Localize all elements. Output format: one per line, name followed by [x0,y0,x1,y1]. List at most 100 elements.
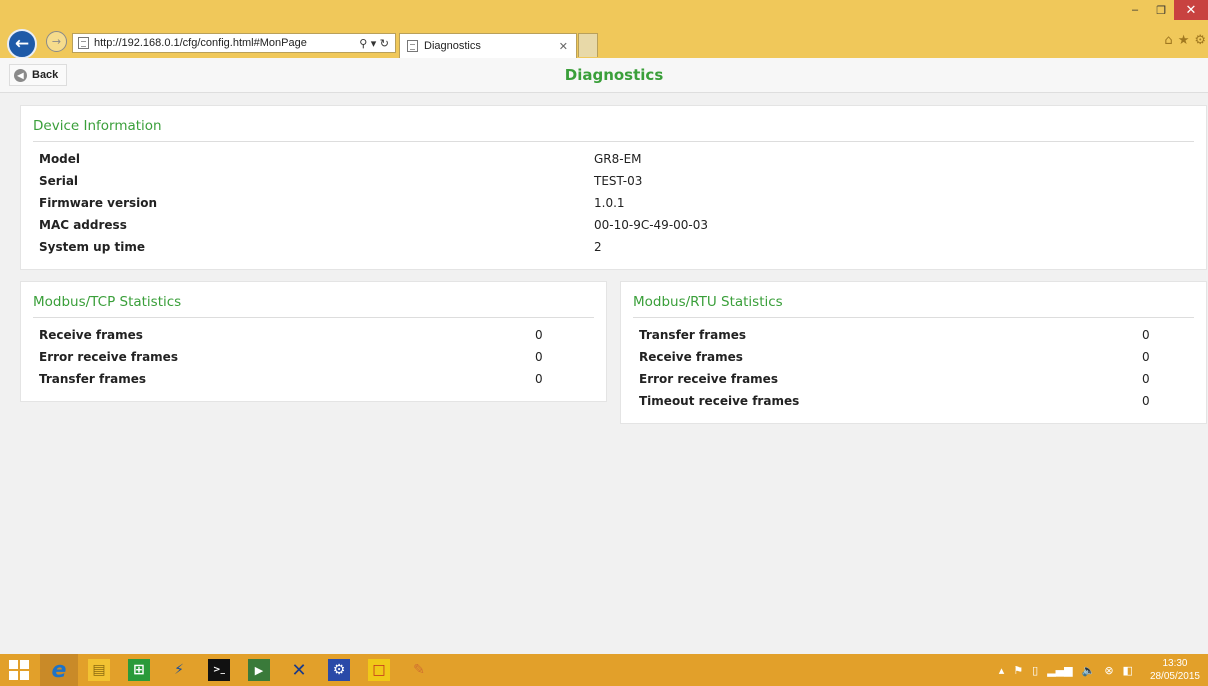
store-icon: ⊞ [128,659,150,681]
taskbar-item-media-player[interactable]: ▶ [240,654,278,686]
volume-icon[interactable]: 🔈 [1082,664,1096,677]
clock-date: 28/05/2015 [1149,671,1200,682]
flag-icon[interactable]: ⚑ [1013,664,1023,677]
search-refresh-icons[interactable]: ⚲ ▾ ↻ [359,37,395,50]
new-tab-button[interactable] [578,33,598,57]
settings-gear-icon[interactable]: ⚙ [1194,33,1206,48]
page-icon [78,37,89,49]
labview-icon: ⚡ [174,662,184,678]
taskbar-item-labview[interactable]: ⚡ [160,654,198,686]
media-player-icon: ▶ [248,659,270,681]
taskbar-item-ni-max[interactable]: ✕ [280,654,318,686]
clock-time: 13:30 [1162,658,1188,669]
internet-explorer-icon: e [51,657,67,683]
page-topbar: ◀ Back Diagnostics [0,58,1208,93]
stat-row: Transfer frames 0 [639,328,1188,350]
tray-arrow-icon[interactable]: ▴ [999,664,1005,677]
window-controls: – ❐ ✕ [1122,0,1208,20]
paint-icon: ✎ [413,662,425,678]
info-label: Firmware version [39,196,158,210]
close-circle-icon[interactable]: ⊗ [1104,664,1113,677]
info-value: GR8-EM [594,152,642,166]
stat-label: Transfer frames [639,328,747,342]
browser-chrome: – ❐ ✕ ← → http://192.168.0.1/cfg/config.… [0,0,1208,59]
start-button[interactable] [0,654,38,686]
stat-row: Error receive frames 0 [39,350,588,372]
taskbar-item-file-explorer[interactable]: ▤ [80,654,118,686]
info-label: MAC address [39,218,127,232]
page-content: ◀ Back Diagnostics Device Information Mo… [0,58,1208,654]
stat-label: Error receive frames [639,372,778,386]
home-icon[interactable]: ⌂ [1164,33,1172,48]
stat-value: 0 [1142,394,1150,408]
panel-heading: Device Information [33,118,1194,142]
sticky-notes-icon: □ [368,659,390,681]
windows-logo-icon [9,660,29,680]
modbus-tcp-statistics-panel: Modbus/TCP Statistics Receive frames 0 E… [20,281,607,402]
stat-row: Timeout receive frames 0 [639,394,1188,416]
stat-row: Transfer frames 0 [39,372,588,394]
taskbar-clock[interactable]: 13:30 28/05/2015 [1150,657,1200,683]
info-value: 1.0.1 [594,196,625,210]
info-row: Firmware version 1.0.1 [39,196,1188,218]
info-label: Serial [39,174,79,188]
modbus-rtu-statistics-panel: Modbus/RTU Statistics Transfer frames 0 … [620,281,1207,424]
file-explorer-icon: ▤ [88,659,110,681]
info-row: Serial TEST-03 [39,174,1188,196]
taskbar-item-command-prompt[interactable]: >_ [200,654,238,686]
tab-page-icon [407,40,418,52]
browser-forward-button[interactable]: → [46,31,67,52]
stat-value: 0 [535,350,543,364]
stat-label: Timeout receive frames [639,394,800,408]
restore-button[interactable]: ❐ [1148,0,1174,20]
back-arrow-icon: ← [14,34,30,54]
taskbar-item-settings[interactable]: ⚙ [320,654,358,686]
device-information-panel: Device Information Model GR8-EM Serial T… [20,105,1207,270]
info-row: Model GR8-EM [39,152,1188,174]
device-icon[interactable]: ◧ [1123,664,1133,677]
forward-arrow-icon: → [51,35,62,48]
address-url[interactable]: http://192.168.0.1/cfg/config.html#MonPa… [94,37,359,49]
windows-taskbar: e ▤ ⊞ ⚡ >_ ▶ ✕ ⚙ □ ✎ ▴ ⚑ ▯ ▂▄▆ 🔈 ⊗ ◧ 13:… [0,654,1208,686]
panel-heading: Modbus/RTU Statistics [633,294,1194,318]
stat-label: Transfer frames [39,372,147,386]
browser-toolbar-icons: ⌂ ★ ⚙ [1164,33,1206,48]
tab-close-button[interactable]: ✕ [559,40,576,53]
page-title: Diagnostics [564,66,664,84]
info-value: TEST-03 [594,174,643,188]
signal-icon[interactable]: ▂▄▆ [1047,664,1072,677]
stat-row: Receive frames 0 [639,350,1188,372]
taskbar-item-store[interactable]: ⊞ [120,654,158,686]
info-value: 00-10-9C-49-00-03 [594,218,709,232]
stat-label: Receive frames [39,328,143,342]
info-row: MAC address 00-10-9C-49-00-03 [39,218,1188,240]
stat-label: Receive frames [639,350,743,364]
address-bar[interactable]: http://192.168.0.1/cfg/config.html#MonPa… [72,33,396,53]
info-label: Model [39,152,81,166]
ni-max-icon: ✕ [291,659,307,681]
stat-value: 0 [535,372,543,386]
favorites-star-icon[interactable]: ★ [1178,33,1190,48]
info-row: System up time 2 [39,240,1188,262]
panel-heading: Modbus/TCP Statistics [33,294,594,318]
settings-icon: ⚙ [328,659,350,681]
taskbar-item-internet-explorer[interactable]: e [40,654,78,686]
info-label: System up time [39,240,145,254]
stat-value: 0 [535,328,543,342]
battery-icon[interactable]: ▯ [1032,664,1038,677]
taskbar-item-sticky-notes[interactable]: □ [360,654,398,686]
stat-value: 0 [1142,372,1150,386]
taskbar-item-paint[interactable]: ✎ [400,654,438,686]
tab-title: Diagnostics [424,40,481,52]
browser-back-button[interactable]: ← [7,29,37,59]
close-window-button[interactable]: ✕ [1174,0,1208,20]
system-tray: ▴ ⚑ ▯ ▂▄▆ 🔈 ⊗ ◧ 13:30 28/05/2015 [999,654,1200,686]
stat-label: Error receive frames [39,350,178,364]
stat-row: Error receive frames 0 [639,372,1188,394]
command-prompt-icon: >_ [208,659,230,681]
minimize-button[interactable]: – [1122,0,1148,20]
stat-row: Receive frames 0 [39,328,588,350]
tab-diagnostics[interactable]: Diagnostics ✕ [399,33,577,58]
stat-value: 0 [1142,328,1150,342]
info-value: 2 [594,240,602,254]
